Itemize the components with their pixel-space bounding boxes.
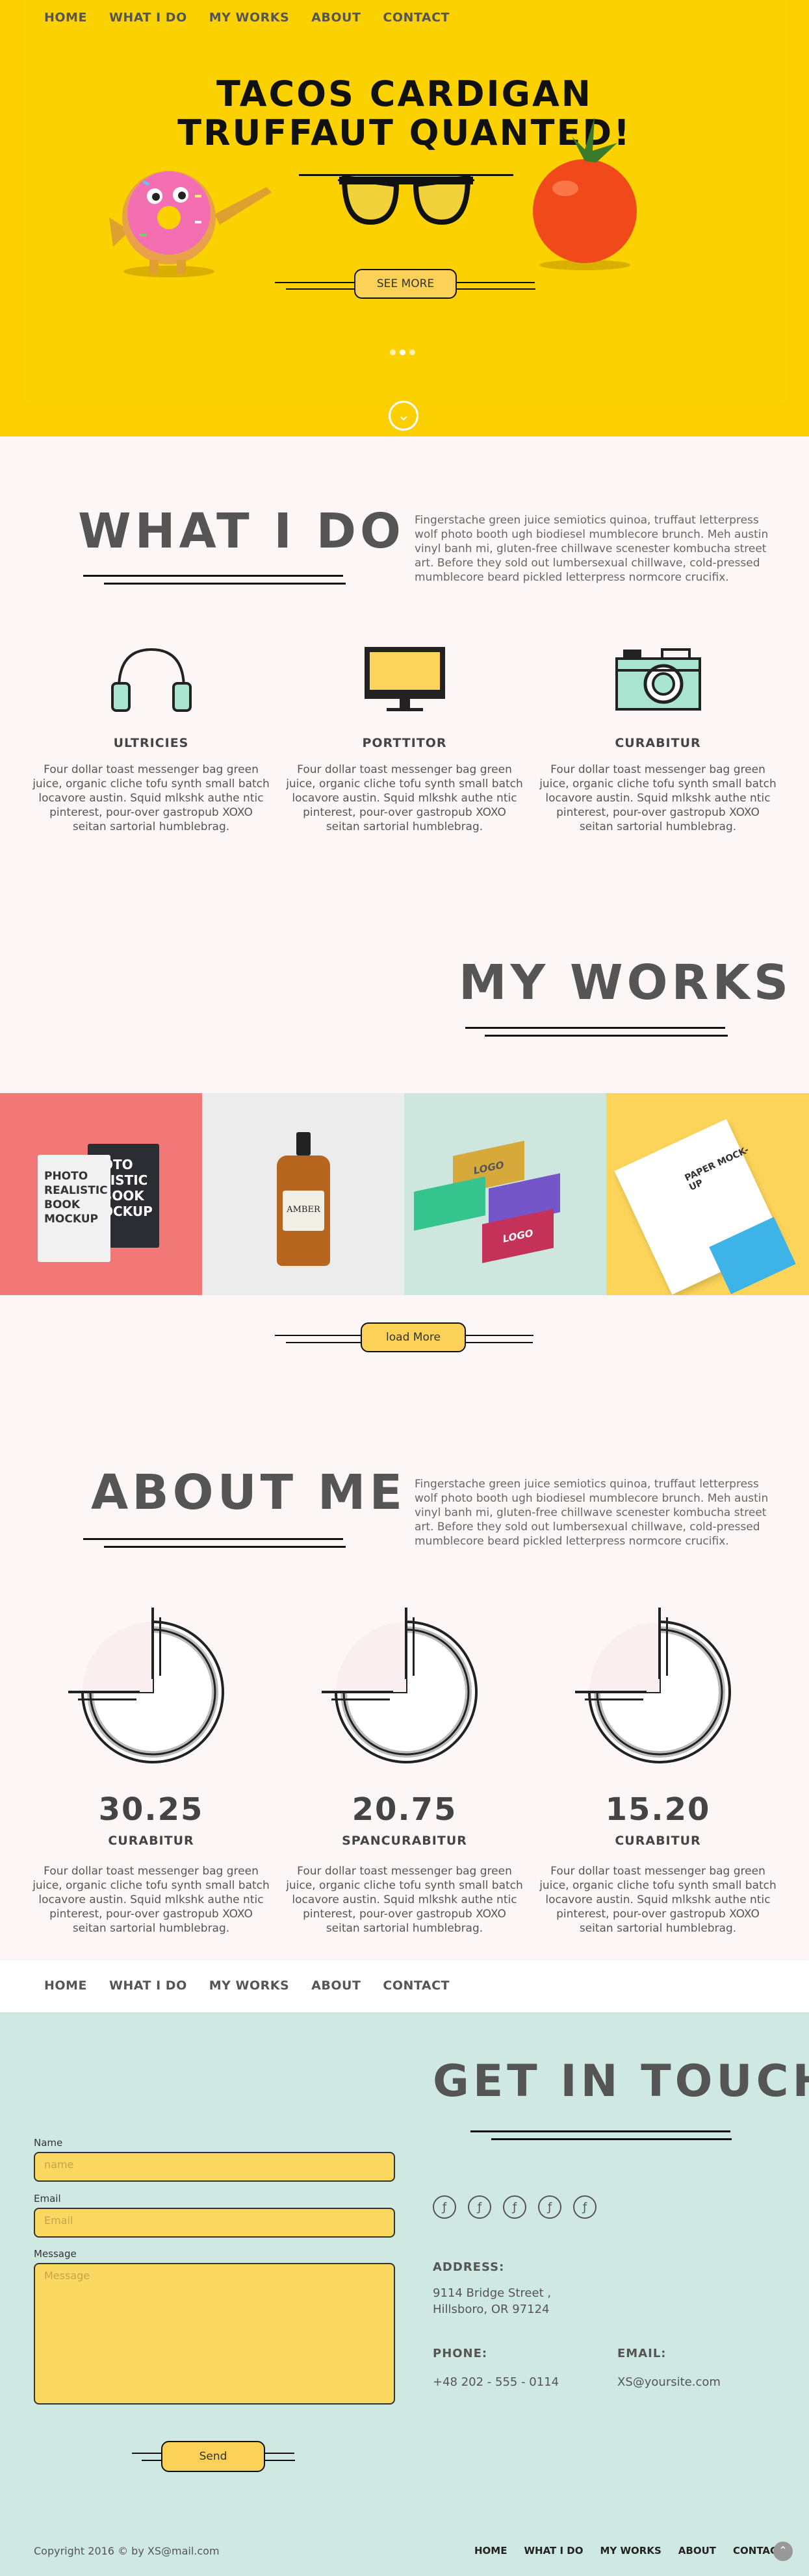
- portfolio-item-paper-mockup[interactable]: PAPER MOCK-UP: [606, 1093, 809, 1295]
- social-icon-3[interactable]: ƒ: [503, 2195, 526, 2219]
- stat-value-2: 20.75: [352, 1791, 457, 1828]
- sticky-nav-contact[interactable]: CONTACT: [383, 1978, 450, 1993]
- about-intro: Fingerstache green juice semiotics quino…: [415, 1478, 769, 1548]
- address-label: ADDRESS:: [433, 2260, 505, 2274]
- sticky-nav-what-i-do[interactable]: WHAT I DO: [109, 1978, 187, 1993]
- social-icon-2[interactable]: ƒ: [468, 2195, 491, 2219]
- scroll-down-icon[interactable]: ⌄: [389, 401, 418, 431]
- stat-label-3: CURABITUR: [615, 1834, 701, 1848]
- address-line2: Hillsboro, OR 97124: [433, 2303, 550, 2316]
- address-line1: 9114 Bridge Street ,: [433, 2286, 552, 2300]
- email-contact-label: EMAIL:: [617, 2347, 667, 2360]
- sticky-nav-home[interactable]: HOME: [44, 1978, 87, 1993]
- service-title-3: CURABITUR: [615, 736, 701, 750]
- phone-value: +48 202 - 555 - 0114: [433, 2375, 559, 2389]
- carousel-dot-2[interactable]: [400, 349, 405, 355]
- about-rule-top: [83, 1538, 343, 1540]
- service-text-2: Four dollar toast messenger bag green ju…: [286, 763, 523, 833]
- hero-section: HOME WHAT I DO MY WORKS ABOUT CONTACT TACOS …: [0, 0, 809, 436]
- nav-about[interactable]: ABOUT: [311, 10, 361, 25]
- hero-title: TACOS CARDIGAN TRUFFAUT QUANTED!: [0, 75, 809, 153]
- glasses-illustration: [299, 174, 513, 225]
- donut-character-illustration: [109, 171, 272, 277]
- tomato-illustration: [533, 117, 637, 270]
- hero-title-line2: TRUFFAUT QUANTED!: [177, 112, 632, 153]
- back-to-top-icon[interactable]: ⌃: [773, 2542, 793, 2561]
- email-label: Email: [34, 2193, 61, 2204]
- copyright: Copyright 2016 © by XS@mail.com: [34, 2545, 220, 2557]
- email-input[interactable]: Email: [34, 2208, 395, 2238]
- stat-label-2: SPANCURABITUR: [342, 1834, 467, 1848]
- nav-my-works[interactable]: MY WORKS: [209, 10, 289, 25]
- headphones-icon: [111, 648, 192, 712]
- footer-nav-what-i-do[interactable]: WHAT I DO: [524, 2545, 583, 2557]
- stat-dial-1: [68, 1608, 224, 1763]
- contact-rule-top: [470, 2130, 730, 2132]
- send-button[interactable]: Send: [161, 2441, 265, 2472]
- portfolio-grid: OTO LISTIC BOOK OCKUP PHOTO REALISTIC BOOK …: [0, 1093, 809, 1295]
- hero-title-line1: TACOS CARDIGAN: [216, 73, 593, 114]
- what-i-do-heading: WHAT I DO: [78, 503, 405, 559]
- phone-label: PHONE:: [433, 2347, 488, 2360]
- what-i-do-rule-bottom: [104, 583, 346, 585]
- stat-dial-2: [322, 1608, 478, 1763]
- contact-heading: GET IN TOUCH: [433, 2056, 809, 2107]
- nav-contact[interactable]: CONTACT: [383, 10, 450, 25]
- name-label: Name: [34, 2137, 63, 2149]
- book-front-cover: PHOTO REALISTIC BOOK MOCKUP: [38, 1155, 110, 1262]
- service-title-2: PORTTITOR: [362, 736, 447, 750]
- my-works-rule-bottom: [485, 1035, 728, 1037]
- sticky-nav-bar: HOME WHAT I DO MY WORKS ABOUT CONTACT: [0, 1960, 809, 2012]
- footer-nav-home[interactable]: HOME: [474, 2545, 507, 2557]
- stat-dial-3: [575, 1608, 731, 1763]
- about-rule-bottom: [104, 1546, 346, 1548]
- stat-text-2: Four dollar toast messenger bag green ju…: [286, 1865, 523, 1935]
- stat-value-3: 15.20: [605, 1791, 711, 1828]
- portfolio-item-business-cards[interactable]: LOGO LOGO: [404, 1093, 606, 1295]
- service-text-1: Four dollar toast messenger bag green ju…: [32, 763, 270, 833]
- carousel-dot-3[interactable]: [409, 349, 415, 355]
- service-title-1: ULTRICIES: [113, 736, 189, 750]
- footer-nav-my-works[interactable]: MY WORKS: [600, 2545, 661, 2557]
- portfolio-item-bottle-mockup[interactable]: AMBER: [202, 1093, 404, 1295]
- top-nav: HOME WHAT I DO MY WORKS ABOUT CONTACT: [44, 10, 472, 25]
- social-links: ƒ ƒ ƒ ƒ ƒ: [433, 2195, 597, 2219]
- social-icon-1[interactable]: ƒ: [433, 2195, 456, 2219]
- nav-what-i-do[interactable]: WHAT I DO: [109, 10, 187, 25]
- carousel-dots: [390, 349, 415, 355]
- sticky-nav-my-works[interactable]: MY WORKS: [209, 1978, 289, 1993]
- social-icon-4[interactable]: ƒ: [538, 2195, 561, 2219]
- stat-label-1: CURABITUR: [108, 1834, 194, 1848]
- name-input[interactable]: name: [34, 2152, 395, 2182]
- stat-value-1: 30.25: [98, 1791, 204, 1828]
- bottle-cap: [296, 1132, 311, 1155]
- monitor-icon: [365, 647, 445, 711]
- my-works-heading: MY WORKS: [459, 955, 793, 1011]
- sticky-nav: HOME WHAT I DO MY WORKS ABOUT CONTACT: [44, 1978, 472, 1993]
- footer-nav-about[interactable]: ABOUT: [678, 2545, 716, 2557]
- stat-text-3: Four dollar toast messenger bag green ju…: [539, 1865, 777, 1935]
- camera-icon: [615, 648, 701, 711]
- card-green: [414, 1176, 485, 1231]
- message-label: Message: [34, 2248, 77, 2260]
- email-contact-value[interactable]: XS@yoursite.com: [617, 2374, 721, 2390]
- load-more-button[interactable]: load More: [361, 1322, 466, 1352]
- my-works-rule-top: [465, 1027, 725, 1029]
- what-i-do-rule-top: [83, 575, 343, 577]
- social-icon-5[interactable]: ƒ: [573, 2195, 597, 2219]
- contact-rule-bottom: [491, 2138, 732, 2140]
- carousel-dot-1[interactable]: [390, 349, 396, 355]
- what-i-do-intro: Fingerstache green juice semiotics quino…: [415, 514, 769, 584]
- bottle-label: AMBER: [283, 1191, 324, 1231]
- nav-home[interactable]: HOME: [44, 10, 87, 25]
- sticky-nav-about[interactable]: ABOUT: [311, 1978, 361, 1993]
- message-textarea[interactable]: Message: [34, 2263, 395, 2405]
- footer-nav: HOME WHAT I DO MY WORKS ABOUT CONTACT: [474, 2545, 784, 2557]
- see-more-button[interactable]: SEE MORE: [354, 269, 457, 299]
- about-heading: ABOUT ME: [91, 1465, 407, 1521]
- service-text-3: Four dollar toast messenger bag green ju…: [539, 763, 777, 833]
- stat-text-1: Four dollar toast messenger bag green ju…: [32, 1865, 270, 1935]
- portfolio-item-book-mockup[interactable]: OTO LISTIC BOOK OCKUP PHOTO REALISTIC BOOK …: [0, 1093, 202, 1295]
